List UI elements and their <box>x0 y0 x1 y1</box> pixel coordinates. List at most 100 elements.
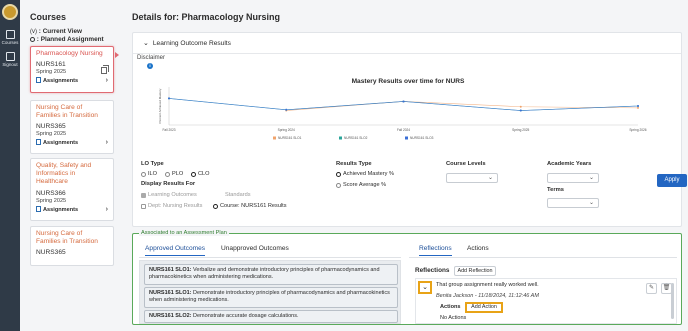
tab-approved-outcomes[interactable]: Approved Outcomes <box>145 245 206 256</box>
course-name[interactable]: Quality, Safety and Informatics in Healt… <box>36 162 108 187</box>
radio-ilo[interactable]: ILO <box>141 171 157 177</box>
y-axis-label: Percent Achieved Mastery <box>158 88 162 123</box>
checkbox <box>141 192 146 198</box>
assignments-link[interactable]: Assignments › <box>36 77 108 84</box>
radio-dot <box>336 182 341 188</box>
outcome-code: NURS161 SLO2: <box>149 313 192 319</box>
app-root: Courses Signout Courses (v) : Current Vi… <box>0 0 688 331</box>
rail-signout[interactable]: Signout <box>0 52 20 67</box>
course-term: Spring 2025 <box>36 131 67 138</box>
course-term: Spring 2025 <box>36 69 67 76</box>
radio-achieved[interactable]: Achieved Mastery % <box>336 171 394 177</box>
check-learning-outcomes[interactable]: Learning Outcomes <box>141 192 197 198</box>
outcome-code: NURS161 SLO1: <box>149 290 192 296</box>
course-results-label: Course: NURS161 Results <box>220 203 287 209</box>
chevron-right-icon: › <box>105 205 108 213</box>
data-point <box>402 100 405 103</box>
x-tick-label: Spring 2026 <box>629 128 646 132</box>
academic-years-select[interactable]: ⌄ <box>547 173 599 183</box>
dept-label: Dept: Nursing Results <box>148 203 203 209</box>
current-view-label: Current View <box>42 28 82 35</box>
chevron-down-icon: ⌄ <box>588 175 594 181</box>
add-action-button[interactable]: Add Action <box>465 302 503 313</box>
legend-swatch <box>273 136 276 140</box>
course-name[interactable]: Pharmacology Nursing <box>36 50 108 58</box>
course-card[interactable]: Quality, Safety and Informatics in Healt… <box>30 158 114 221</box>
radio-score-average[interactable]: Score Average % <box>336 182 386 188</box>
tab-actions[interactable]: Actions <box>467 245 489 252</box>
course-name[interactable]: Nursing Care of Families in Transition <box>36 104 108 120</box>
list-item[interactable]: NURS161 SLO1: Verbalize and demonstrate … <box>144 264 398 285</box>
chevron-right-icon: › <box>105 139 108 147</box>
course-card[interactable]: Nursing Care of Families in Transition N… <box>30 100 114 154</box>
scrollbar[interactable] <box>671 283 674 319</box>
learning-outcomes-label: Learning Outcomes <box>148 192 197 198</box>
radio-dot <box>141 171 146 177</box>
radio-dot <box>213 203 218 209</box>
standards-label: Standards <box>225 192 251 198</box>
add-reflection-button[interactable]: Add Reflection <box>454 266 496 276</box>
course-levels-select[interactable]: ⌄ <box>446 173 498 183</box>
chevron-down-icon: ⌄ <box>588 200 594 206</box>
copy-icon[interactable] <box>101 67 107 74</box>
outcome-text: Demonstrate accurate dosage calculations… <box>193 313 299 319</box>
current-view-legend: (v) : Current View <box>30 28 82 35</box>
chevron-down-icon: ⌄ <box>487 175 493 181</box>
legend-swatch <box>405 136 408 140</box>
data-point <box>637 105 639 107</box>
left-rail: Courses Signout <box>0 0 20 331</box>
edit-icon[interactable]: ✎ <box>646 283 657 294</box>
rail-courses[interactable]: Courses <box>0 30 20 45</box>
academic-years-label: Academic Years <box>547 161 592 167</box>
learning-outcome-panel: ⌄ Learning Outcome Results Disclaimer i … <box>132 32 687 227</box>
chevron-down-icon: ⌄ <box>422 284 428 291</box>
radio-course-results[interactable]: Course: NURS161 Results <box>213 203 287 209</box>
radio-clo[interactable]: CLO <box>191 171 210 177</box>
radio-plo[interactable]: PLO <box>165 171 183 177</box>
terms-label: Terms <box>547 187 564 193</box>
check-dept[interactable]: Dept: Nursing Results <box>141 203 202 209</box>
data-point <box>168 97 170 100</box>
view-key: (v) <box>30 29 37 35</box>
course-code: NURS366 <box>36 189 66 197</box>
data-point <box>285 108 288 111</box>
course-code: NURS365 <box>36 123 66 131</box>
terms-select[interactable]: ⌄ <box>547 198 599 208</box>
check-standards[interactable]: Standards <box>225 192 251 198</box>
course-card[interactable]: Nursing Care of Families in Transition N… <box>30 226 114 266</box>
expand-button[interactable]: ⌄ <box>418 281 432 294</box>
checkbox <box>141 203 146 209</box>
assignments-label: Assignments <box>43 78 79 85</box>
course-card[interactable]: Pharmacology Nursing NURS161 Spring 2025… <box>30 46 119 93</box>
lo-type-label: LO Type <box>141 161 164 167</box>
achieved-label: Achieved Mastery % <box>343 171 394 177</box>
list-item[interactable]: NURS161 SLO2: Demonstrate accurate dosag… <box>144 310 398 324</box>
apply-button[interactable]: Apply <box>657 174 687 187</box>
legend-label: NURS161 SLO2 <box>344 136 368 140</box>
tab-reflections[interactable]: Reflections <box>419 245 452 256</box>
mastery-chart: Percent Achieved Mastery Fall 2023 Spring … <box>158 87 647 140</box>
data-point <box>637 106 639 109</box>
book-icon <box>5 30 15 39</box>
reflection-text: That group assignment really worked well… <box>436 282 539 288</box>
assignments-link[interactable]: Assignments › <box>36 139 108 146</box>
data-point <box>519 109 522 112</box>
course-term: Spring 2025 <box>36 197 67 204</box>
x-tick-label: Fall 2023 <box>162 128 175 132</box>
course-code: NURS365 <box>36 249 66 257</box>
tab-unapproved-outcomes[interactable]: Unapproved Outcomes <box>221 245 289 252</box>
radio-plo-label: PLO <box>172 171 184 177</box>
courses-column: Courses (v) : Current View : Planned Ass… <box>30 0 120 331</box>
rail-signout-label: Signout <box>2 62 18 67</box>
logo-icon[interactable] <box>2 4 18 20</box>
legend-label: NURS161 SLO1 <box>278 136 302 140</box>
assessment-plan: Associated to an Assessment Plan Approve… <box>132 230 682 325</box>
list-item[interactable]: NURS161 SLO1: Demonstrate introductory p… <box>144 287 398 308</box>
reflection-tabs: Reflections Actions <box>409 242 677 258</box>
assignments-link[interactable]: Assignments › <box>36 205 108 213</box>
document-icon <box>36 205 41 212</box>
assignments-label: Assignments <box>43 206 79 213</box>
reflections-heading: Reflections <box>415 267 450 274</box>
course-name[interactable]: Nursing Care of Families in Transition <box>36 230 108 246</box>
no-actions-text: No Actions <box>440 315 467 321</box>
